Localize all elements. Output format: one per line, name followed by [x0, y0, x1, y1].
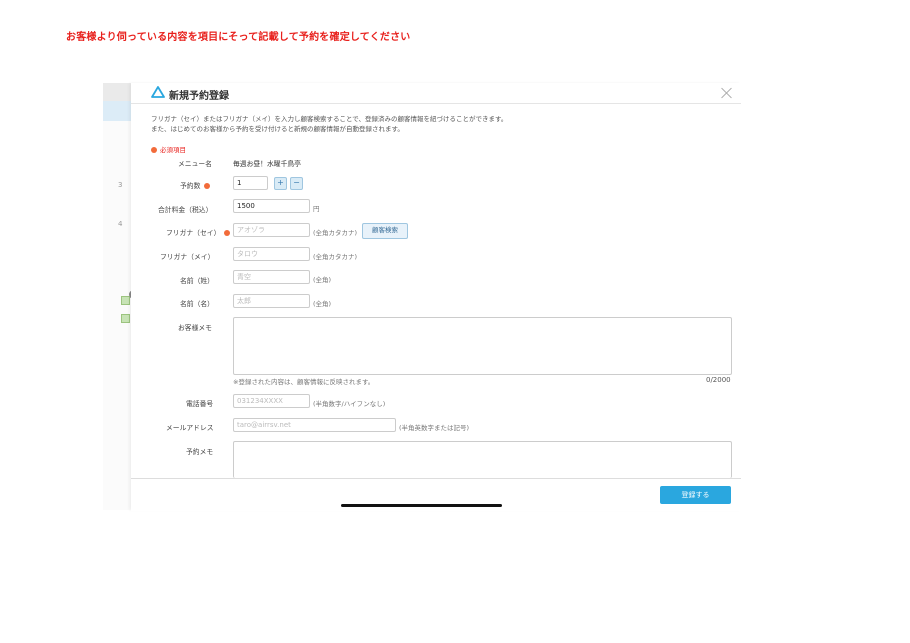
email-label: メールアドレス [166, 424, 214, 432]
description-line-1: フリガナ（セイ）またはフリガナ（メイ）を入力し顧客検索することで、登録済みの顧客… [151, 115, 508, 123]
required-dot-icon [224, 230, 231, 236]
menu-label: メニュー名 [178, 160, 212, 168]
price-unit: 円 [313, 205, 320, 213]
register-button[interactable]: 登録する [660, 486, 731, 504]
kana-mei-input[interactable] [233, 247, 310, 261]
home-indicator [341, 504, 502, 507]
modal-title: 新規予約登録 [169, 91, 229, 102]
kana-sei-label: フリガナ（セイ） [166, 229, 221, 237]
logo-icon [151, 86, 165, 98]
background-checkbox [121, 314, 130, 323]
required-dot-icon [204, 183, 211, 189]
description-line-2: また、はじめてのお客様から予約を受け付けると新規の顧客情報が自動登録されます。 [151, 125, 404, 133]
first-name-hint: (全角) [313, 300, 332, 308]
count-input[interactable] [233, 176, 268, 190]
instruction-text: お客様より伺っている内容を項目にそって記載して予約を確定してください [66, 32, 411, 43]
count-label: 予約数 [180, 182, 201, 190]
price-label: 合計料金（税込） [158, 206, 213, 214]
customer-memo-counter: 0/2000 [706, 376, 731, 384]
kana-mei-label: フリガナ（メイ） [160, 253, 215, 261]
background-row-number: 3 [118, 181, 123, 189]
customer-memo-textarea[interactable] [233, 317, 732, 375]
email-hint: (半角英数字または記号) [399, 424, 470, 432]
phone-input[interactable] [233, 394, 310, 408]
kana-mei-hint: (全角カタカナ) [313, 253, 358, 261]
first-name-input[interactable] [233, 294, 310, 308]
reservation-memo-label: 予約メモ [186, 448, 214, 456]
background-header [103, 83, 133, 101]
reservation-memo-textarea[interactable] [233, 441, 732, 478]
required-legend: 必須項目 [151, 144, 186, 154]
kana-sei-hint: (全角カタカナ) [313, 229, 358, 237]
required-legend-label: 必須項目 [160, 146, 186, 154]
last-name-label: 名前（姓） [180, 277, 214, 285]
customer-memo-label: お客様メモ [178, 324, 212, 332]
required-dot-icon [151, 147, 157, 153]
increment-button[interactable]: + [274, 177, 287, 190]
count-label-row: 予約数 [180, 180, 211, 190]
background-row-number: 4 [118, 220, 123, 228]
phone-hint: (半角数字/ハイフンなし) [313, 400, 386, 408]
new-reservation-modal: 新規予約登録 フリガナ（セイ）またはフリガナ（メイ）を入力し顧客検索することで、… [131, 83, 741, 511]
background-selected-row [103, 101, 133, 121]
kana-sei-label-row: フリガナ（セイ） [166, 227, 231, 237]
first-name-label: 名前（名） [180, 300, 214, 308]
email-input[interactable] [233, 418, 396, 432]
last-name-input[interactable] [233, 270, 310, 284]
customer-search-button[interactable]: 顧客検索 [362, 223, 408, 239]
price-input[interactable] [233, 199, 310, 213]
menu-value: 毎週お昼！水曜千鳥亭 [233, 160, 301, 168]
background-checkbox [121, 296, 130, 305]
decrement-button[interactable]: − [290, 177, 303, 190]
close-icon[interactable] [721, 87, 733, 99]
phone-label: 電話番号 [186, 400, 214, 408]
customer-memo-note: ※登録された内容は、顧客情報に反映されます。 [233, 378, 375, 386]
last-name-hint: (全角) [313, 276, 332, 284]
modal-header: 新規予約登録 [131, 83, 741, 104]
kana-sei-input[interactable] [233, 223, 310, 237]
